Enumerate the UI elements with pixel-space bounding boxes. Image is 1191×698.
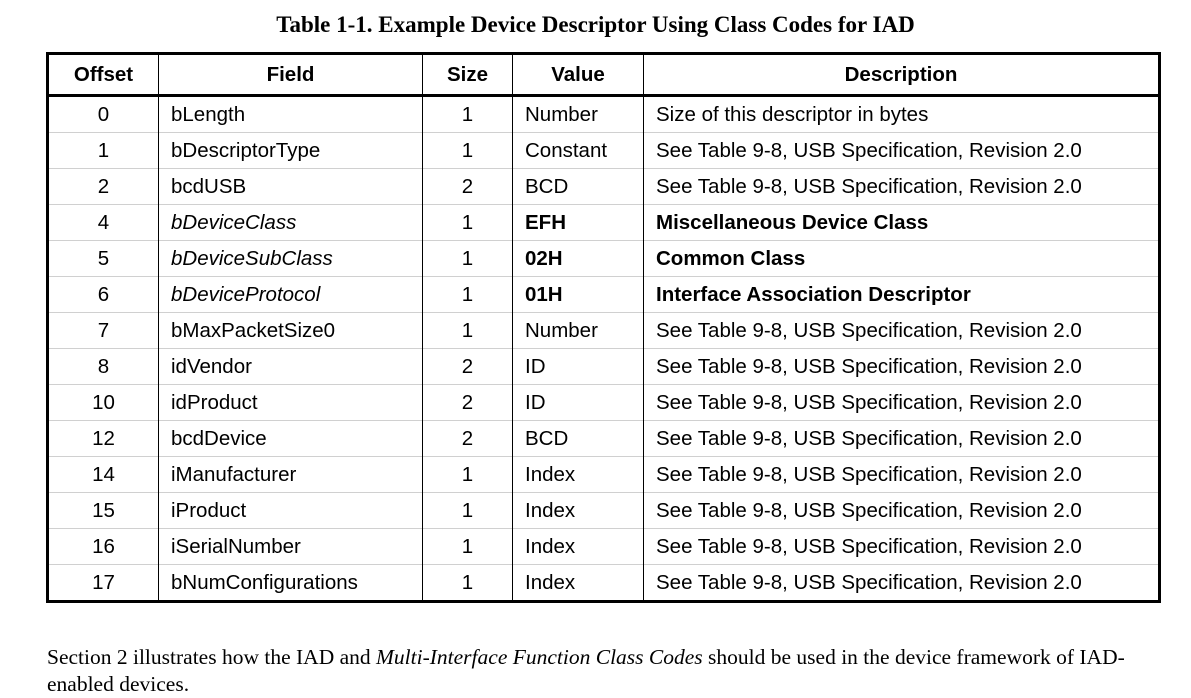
body-paragraph: Section 2 illustrates how the IAD and Mu… [47,644,1157,698]
cell-size: 2 [422,384,513,421]
cell-field: iSerialNumber [158,528,423,565]
cell-description: See Table 9-8, USB Specification, Revisi… [643,348,1160,385]
cell-field: bcdDevice [158,420,423,457]
cell-offset: 12 [47,420,159,457]
cell-field: bDescriptorType [158,132,423,169]
cell-value: 01H [512,276,644,313]
header-size: Size [422,53,513,97]
cell-field: bNumConfigurations [158,564,423,602]
cell-value: Constant [512,132,644,169]
cell-offset: 14 [47,456,159,493]
cell-size: 2 [422,348,513,385]
cell-size: 1 [422,492,513,529]
cell-offset: 10 [47,384,159,421]
cell-size: 1 [422,132,513,169]
cell-size: 1 [422,276,513,313]
table-row: 14 iManufacturer 1 Index See Table 9-8, … [47,456,1160,493]
cell-value: Index [512,492,644,529]
cell-offset: 15 [47,492,159,529]
cell-size: 1 [422,95,513,133]
cell-description: See Table 9-8, USB Specification, Revisi… [643,312,1160,349]
cell-offset: 2 [47,168,159,205]
cell-size: 1 [422,312,513,349]
table-caption: Table 1-1. Example Device Descriptor Usi… [276,12,915,37]
cell-size: 2 [422,168,513,205]
cell-size: 1 [422,240,513,277]
cell-description: See Table 9-8, USB Specification, Revisi… [643,132,1160,169]
table-row: 2 bcdUSB 2 BCD See Table 9-8, USB Specif… [47,168,1160,205]
cell-field: idProduct [158,384,423,421]
table-row: 0 bLength 1 Number Size of this descript… [47,95,1160,133]
table-row: 6 bDeviceProtocol 1 01H Interface Associ… [47,276,1160,313]
header-description: Description [643,53,1160,97]
cell-value: ID [512,348,644,385]
cell-description: Miscellaneous Device Class [643,204,1160,241]
cell-description: See Table 9-8, USB Specification, Revisi… [643,564,1160,602]
cell-value: Index [512,528,644,565]
cell-description: See Table 9-8, USB Specification, Revisi… [643,492,1160,529]
table-row: 16 iSerialNumber 1 Index See Table 9-8, … [47,528,1160,565]
cell-description: Size of this descriptor in bytes [643,95,1160,133]
cell-offset: 5 [47,240,159,277]
paragraph-emphasis: Multi-Interface Function Class Codes [376,644,703,669]
cell-field: bDeviceSubClass [158,240,423,277]
cell-field: bLength [158,95,423,133]
cell-field: bMaxPacketSize0 [158,312,423,349]
cell-value: Number [512,312,644,349]
table-row: 7 bMaxPacketSize0 1 Number See Table 9-8… [47,312,1160,349]
cell-size: 1 [422,528,513,565]
table-header-row: Offset Field Size Value Description [47,53,1160,97]
cell-description: See Table 9-8, USB Specification, Revisi… [643,420,1160,457]
cell-size: 1 [422,204,513,241]
cell-value: Index [512,564,644,602]
cell-value: Number [512,95,644,133]
cell-offset: 6 [47,276,159,313]
cell-field: bDeviceProtocol [158,276,423,313]
header-offset: Offset [47,53,159,97]
cell-field: iManufacturer [158,456,423,493]
cell-description: See Table 9-8, USB Specification, Revisi… [643,456,1160,493]
cell-offset: 0 [47,95,159,133]
table-row: 12 bcdDevice 2 BCD See Table 9-8, USB Sp… [47,420,1160,457]
cell-description: See Table 9-8, USB Specification, Revisi… [643,384,1160,421]
paragraph-text-start: Section 2 illustrates how the IAD and [47,644,377,669]
cell-size: 1 [422,456,513,493]
table-row: 5 bDeviceSubClass 1 02H Common Class [47,240,1160,277]
table-row: 10 idProduct 2 ID See Table 9-8, USB Spe… [47,384,1160,421]
header-value: Value [512,53,644,97]
cell-offset: 17 [47,564,159,602]
cell-value: 02H [512,240,644,277]
cell-description: Interface Association Descriptor [643,276,1160,313]
cell-offset: 4 [47,204,159,241]
table-row: 17 bNumConfigurations 1 Index See Table … [47,564,1160,602]
table-row: 15 iProduct 1 Index See Table 9-8, USB S… [47,492,1160,529]
cell-offset: 7 [47,312,159,349]
table-row: 4 bDeviceClass 1 EFH Miscellaneous Devic… [47,204,1160,241]
cell-description: See Table 9-8, USB Specification, Revisi… [643,168,1160,205]
cell-size: 1 [422,564,513,602]
cell-field: idVendor [158,348,423,385]
table-row: 8 idVendor 2 ID See Table 9-8, USB Speci… [47,348,1160,385]
cell-offset: 8 [47,348,159,385]
cell-offset: 16 [47,528,159,565]
cell-offset: 1 [47,132,159,169]
cell-field: bcdUSB [158,168,423,205]
cell-field: iProduct [158,492,423,529]
cell-value: Index [512,456,644,493]
cell-value: ID [512,384,644,421]
cell-description: Common Class [643,240,1160,277]
cell-value: BCD [512,420,644,457]
header-field: Field [158,53,423,97]
cell-size: 2 [422,420,513,457]
device-descriptor-table: Offset Field Size Value Description 0 bL… [46,52,1161,603]
cell-description: See Table 9-8, USB Specification, Revisi… [643,528,1160,565]
cell-value: BCD [512,168,644,205]
cell-field: bDeviceClass [158,204,423,241]
cell-value: EFH [512,204,644,241]
table-row: 1 bDescriptorType 1 Constant See Table 9… [47,132,1160,169]
